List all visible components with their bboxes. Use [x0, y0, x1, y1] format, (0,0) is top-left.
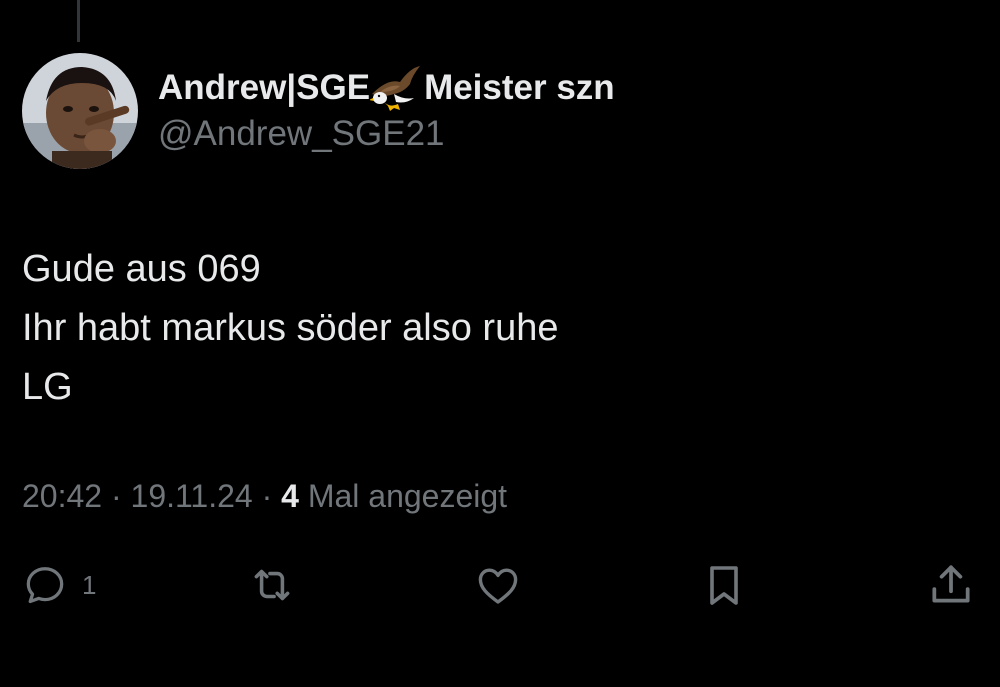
author-display-name[interactable]: Andrew|SGE Meister szn	[158, 64, 615, 112]
tweet-meta: 20:42 · 19.11.24 · 4 Mal angezeigt	[22, 478, 507, 515]
eagle-icon	[369, 64, 422, 112]
bookmark-button[interactable]	[700, 556, 748, 614]
tweet-line: Gude aus 069	[22, 248, 261, 290]
retweet-button[interactable]	[247, 556, 297, 614]
bookmark-icon	[710, 566, 738, 605]
reply-button[interactable]: 1	[22, 556, 96, 614]
share-button[interactable]	[926, 556, 976, 614]
reply-count: 1	[82, 569, 97, 600]
avatar[interactable]	[22, 53, 138, 169]
views-count: 4	[281, 478, 308, 514]
display-name-prefix: Andrew|SGE	[158, 68, 371, 107]
tweet-time[interactable]: 20:42	[22, 478, 102, 514]
share-icon	[932, 565, 970, 603]
tweet-line: Ihr habt markus söder also ruhe	[22, 307, 559, 349]
views-label: Mal angezeigt	[307, 478, 508, 514]
like-button[interactable]	[474, 556, 522, 614]
tweet-actions: 1	[0, 556, 1000, 614]
tweet-date[interactable]: 19.11.24	[131, 478, 253, 514]
thread-connector-line	[77, 0, 80, 42]
reply-icon	[26, 567, 64, 604]
display-name-suffix: Meister szn	[424, 68, 615, 107]
meta-separator: ·	[110, 478, 131, 514]
retweet-icon	[254, 569, 290, 601]
tweet-line: LG	[22, 366, 73, 408]
tweet-text: Gude aus 069 Ihr habt markus söder also …	[22, 240, 559, 417]
author-handle[interactable]: @Andrew_SGE21	[158, 114, 445, 154]
like-icon	[478, 568, 518, 604]
meta-separator: ·	[261, 478, 282, 514]
